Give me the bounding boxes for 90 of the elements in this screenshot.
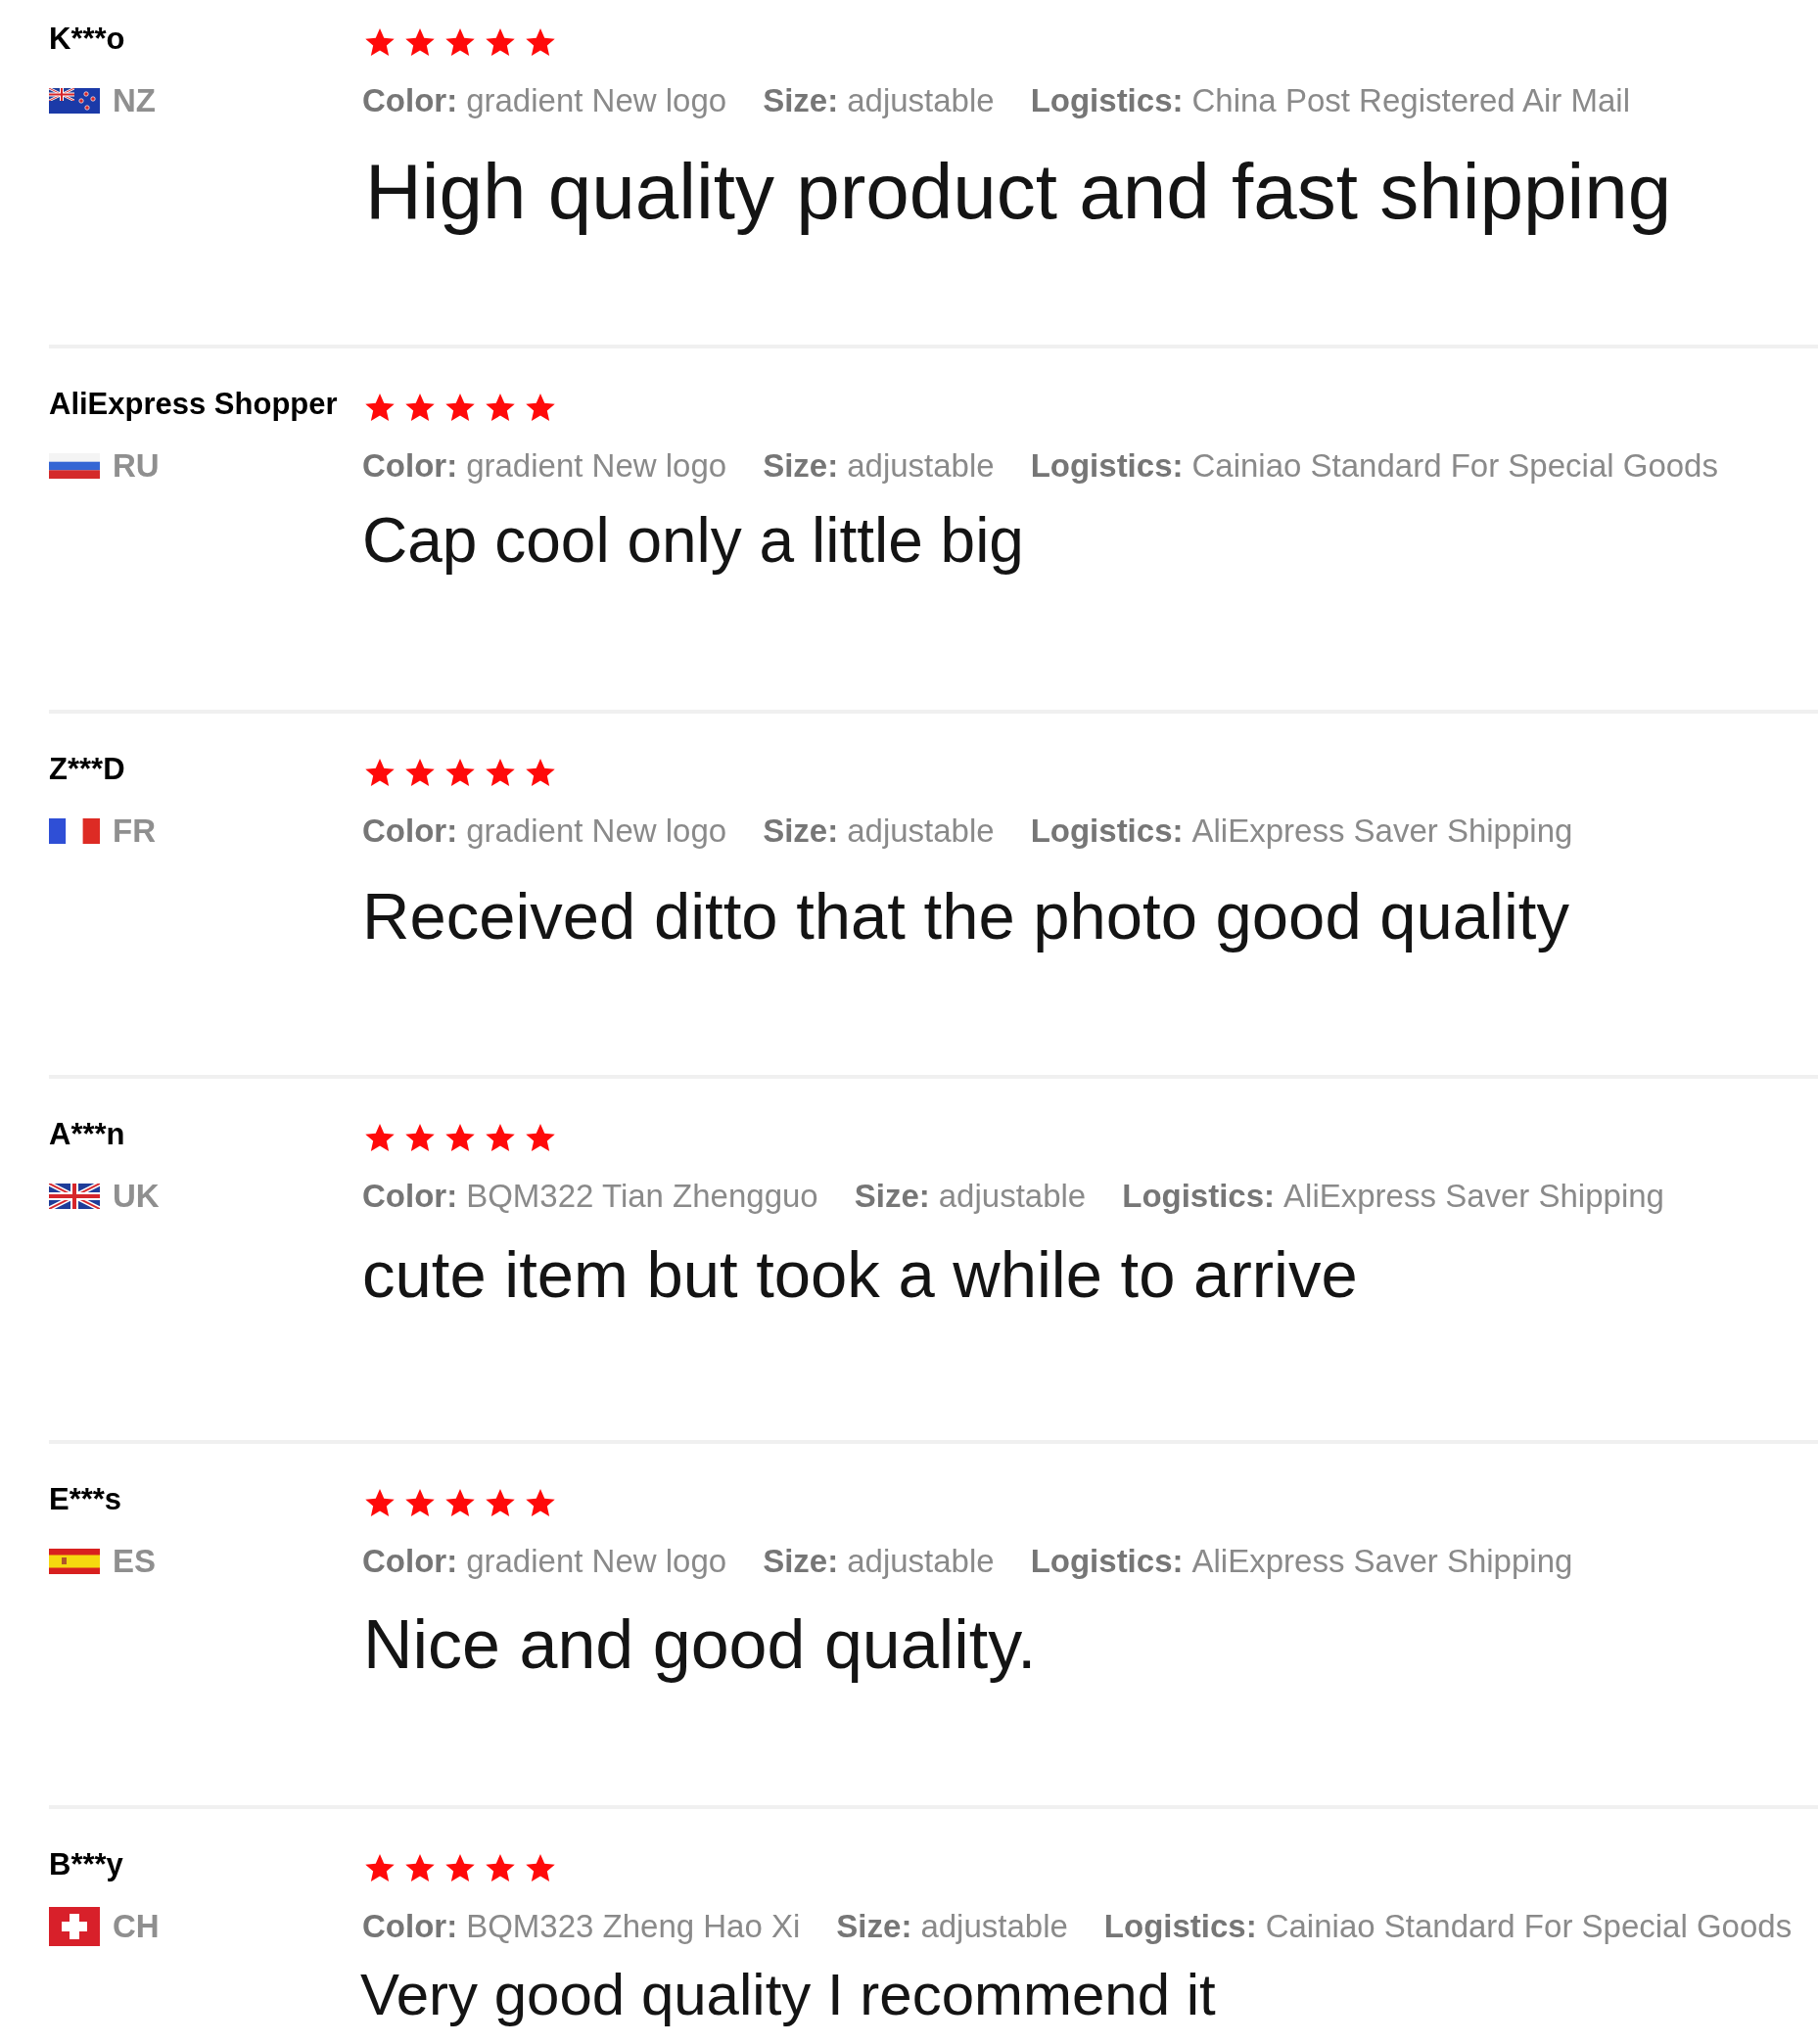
country-code: UK xyxy=(113,1177,160,1216)
united-kingdom-flag-icon xyxy=(49,1184,100,1209)
star-icon xyxy=(365,1124,395,1151)
star-icon xyxy=(486,759,515,786)
review-text: cute item but took a while to arrive xyxy=(362,1236,1358,1313)
attribute-value: gradient New logo xyxy=(466,446,727,486)
review-text: Cap cool only a little big xyxy=(362,504,1024,578)
attribute-label: Logistics: xyxy=(1030,812,1184,851)
attribute-value: gradient New logo xyxy=(466,812,727,851)
attribute-label: Color: xyxy=(362,446,458,486)
attribute-label: Logistics: xyxy=(1030,446,1184,486)
star-icon xyxy=(405,1489,435,1516)
attribute-label: Size: xyxy=(854,1177,930,1216)
star-icon xyxy=(486,394,515,421)
country-code: RU xyxy=(113,446,160,486)
star-icon xyxy=(405,759,435,786)
review-text: Very good quality I recommend it xyxy=(360,1961,1216,2029)
attribute-label: Color: xyxy=(362,1177,458,1216)
star-icon xyxy=(526,1489,555,1516)
reviewer-name: Z***D xyxy=(49,751,125,788)
review-text: Nice and good quality. xyxy=(363,1605,1037,1685)
attribute-label: Size: xyxy=(763,812,839,851)
attribute-value: gradient New logo xyxy=(466,81,727,120)
star-icon xyxy=(486,1489,515,1516)
attribute-value: AliExpress Saver Shipping xyxy=(1283,1177,1664,1216)
star-icon xyxy=(405,1124,435,1151)
star-icon xyxy=(405,1854,435,1881)
star-icon xyxy=(526,759,555,786)
attribute-value: China Post Registered Air Mail xyxy=(1191,81,1631,120)
attribute-value: AliExpress Saver Shipping xyxy=(1191,1542,1573,1581)
star-icon xyxy=(405,28,435,56)
country-code: ES xyxy=(113,1542,157,1581)
attribute-value: Cainiao Standard For Special Goods xyxy=(1265,1907,1793,1946)
attribute-value: gradient New logo xyxy=(466,1542,727,1581)
review-text: Received ditto that the photo good quality xyxy=(362,878,1569,954)
attribute-value: adjustable xyxy=(847,812,995,851)
star-icon xyxy=(365,759,395,786)
attribute-label: Size: xyxy=(763,446,839,486)
star-icon xyxy=(526,28,555,56)
reviewer-name: B***y xyxy=(49,1846,123,1883)
reviewer-name: A***n xyxy=(49,1116,125,1153)
star-icon xyxy=(365,1854,395,1881)
star-icon xyxy=(445,394,475,421)
reviewer-name: E***s xyxy=(49,1481,122,1518)
attribute-value: BQM322 Tian Zhengguo xyxy=(466,1177,818,1216)
attribute-value: adjustable xyxy=(847,81,995,120)
attribute-label: Logistics: xyxy=(1030,1542,1184,1581)
attribute-label: Logistics: xyxy=(1122,1177,1276,1216)
attribute-label: Size: xyxy=(763,81,839,120)
attribute-label: Logistics: xyxy=(1103,1907,1257,1946)
russia-flag-icon xyxy=(49,453,100,479)
attribute-label: Color: xyxy=(362,812,458,851)
review-text: High quality product and fast shipping xyxy=(365,147,1672,237)
france-flag-icon xyxy=(49,818,100,844)
star-icon xyxy=(445,1124,475,1151)
country-code: CH xyxy=(113,1907,160,1946)
attribute-label: Color: xyxy=(362,81,458,120)
reviewer-name: K***o xyxy=(49,21,125,58)
star-icon xyxy=(445,1489,475,1516)
star-icon xyxy=(486,1124,515,1151)
attribute-label: Logistics: xyxy=(1030,81,1184,120)
star-icon xyxy=(486,28,515,56)
star-icon xyxy=(445,1854,475,1881)
star-icon xyxy=(486,1854,515,1881)
reviewer-name: AliExpress Shopper xyxy=(49,386,338,423)
attribute-value: adjustable xyxy=(847,1542,995,1581)
star-icon xyxy=(365,1489,395,1516)
star-icon xyxy=(405,394,435,421)
star-icon xyxy=(526,1854,555,1881)
attribute-value: Cainiao Standard For Special Goods xyxy=(1191,446,1718,486)
attribute-label: Color: xyxy=(362,1542,458,1581)
attribute-value: AliExpress Saver Shipping xyxy=(1191,812,1573,851)
star-icon xyxy=(526,394,555,421)
spain-flag-icon xyxy=(49,1549,100,1574)
switzerland-flag-icon xyxy=(49,1907,100,1946)
attribute-value: BQM323 Zheng Hao Xi xyxy=(466,1907,801,1946)
attribute-label: Size: xyxy=(836,1907,912,1946)
new-zealand-flag-icon xyxy=(49,88,100,114)
country-code: NZ xyxy=(113,81,156,120)
attribute-value: adjustable xyxy=(920,1907,1068,1946)
star-icon xyxy=(445,28,475,56)
star-icon xyxy=(526,1124,555,1151)
country-code: FR xyxy=(113,812,156,851)
star-icon xyxy=(365,28,395,56)
star-icon xyxy=(365,394,395,421)
attribute-label: Size: xyxy=(763,1542,839,1581)
star-icon xyxy=(445,759,475,786)
attribute-value: adjustable xyxy=(938,1177,1087,1216)
attribute-value: adjustable xyxy=(847,446,995,486)
attribute-label: Color: xyxy=(362,1907,458,1946)
